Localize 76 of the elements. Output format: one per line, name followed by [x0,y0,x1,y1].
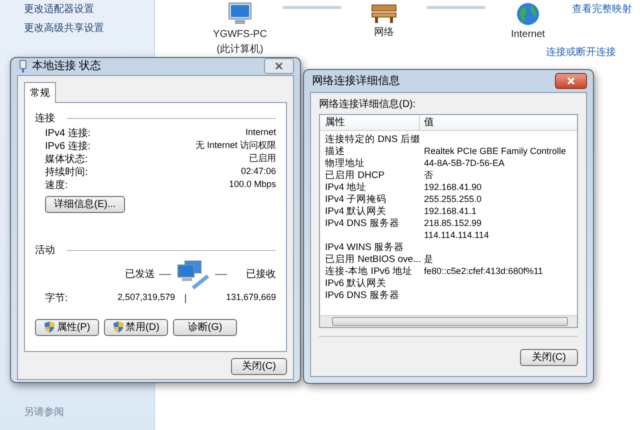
connection-line [427,6,485,9]
sidebar-link[interactable]: 更改适配器设置 [24,2,130,17]
shield-icon [44,321,55,333]
sent-label: 已发送 [125,268,155,282]
property-value: 255.255.255.0 [424,194,482,204]
details-button[interactable]: 详细信息(E)... [45,196,125,212]
property-name: IPv4 地址 [325,182,367,193]
network-computers-icon [175,260,211,290]
computer-icon [227,2,253,26]
property-name: IPv4 DNS 服务器 [325,218,400,229]
property-name: IPv6 默认网关 [325,278,387,289]
property-value: 218.85.152.99 [424,218,482,228]
column-header[interactable]: 值 [420,115,577,130]
received-label: 已接收 [246,268,276,282]
connection-line [283,6,341,9]
property-name: 已启用 NetBIOS ove... [325,254,421,265]
property-value: 192.168.41.1 [424,206,477,216]
property-value: 否 [424,170,433,180]
property-value: 192.168.41.90 [424,182,482,192]
property-value: Realtek PCIe GBE Family Controlle [424,146,566,156]
dialog-title: 本地连接 状态 [32,58,102,74]
property-value: 无 Internet 访问权限 [195,139,276,152]
bytes-label: 字节: [45,292,69,306]
close-icon [567,77,575,85]
property-value: 已启用 [249,152,276,166]
property-name: 连接特定的 DNS 后缀 [325,134,420,145]
sidebar-link[interactable]: 更改高级共享设置 [24,21,130,36]
scrollbar-thumb[interactable] [332,317,568,326]
property-label: 速度: [45,178,68,192]
property-name: 连接-本地 IPv6 地址 [325,266,412,277]
close-icon [275,62,283,70]
sent-bytes: 2,507,319,579 [116,291,175,304]
bench-icon [370,2,398,24]
property-value: 100.0 Mbps [228,178,276,192]
action-button[interactable]: 属性(P) [35,318,99,336]
network-node-label: YGWFS-PC [213,28,267,42]
property-label: 媒体状态: [45,152,88,166]
network-node-sublabel: (此计算机) [216,42,264,57]
property-label: IPv6 连接: [45,140,91,154]
property-value: 44-8A-5B-7D-56-EA [424,158,505,168]
connect-link[interactable]: 连接或断开连接 [546,45,616,60]
close-button[interactable] [264,58,294,74]
property-name: IPv4 默认网关 [325,206,387,217]
general-tab[interactable]: 常规 [24,82,56,102]
property-value: 是 [424,254,433,264]
action-button[interactable]: 禁用(D) [104,318,168,336]
property-label: IPv4 连接: [45,126,91,140]
network-plug-icon [19,60,27,73]
property-name: 已启用 DHCP [325,170,385,181]
view-map-link[interactable]: 查看完整映射 [572,2,632,17]
horizontal-scrollbar[interactable] [320,315,577,327]
close-dialog-button[interactable]: 关闭(C) [231,358,287,374]
section-heading: 连接 [35,112,55,126]
dialog-title: 网络连接详细信息 [312,74,400,89]
network-node-label: Internet [511,28,545,42]
close-dialog-button[interactable]: 关闭(C) [520,349,578,366]
property-name: IPv4 WINS 服务器 [325,242,404,253]
shield-icon [112,321,124,333]
property-value: fe80::c5e2:cfef:413d:680f%11 [424,266,543,276]
property-name: 物理地址 [325,158,365,169]
globe-icon [516,2,540,26]
property-value: 02:47:06 [240,165,276,178]
close-button[interactable] [555,73,587,89]
property-value: Internet [245,126,276,140]
property-name: IPv4 子网掩码 [325,194,387,205]
property-name: IPv6 DNS 服务器 [325,290,400,301]
section-heading: 活动 [35,244,55,258]
list-label: 网络连接详细信息(D): [319,98,417,112]
property-name: 描述 [325,146,345,157]
see-also-heading: 另请参阅 [24,406,65,420]
action-button[interactable]: 诊断(G) [173,318,237,336]
property-label: 持续时间: [45,166,88,180]
property-value: 114.114.114.114 [424,230,489,240]
network-node-label: 网络 [374,26,394,40]
column-header[interactable]: 属性 [320,115,420,130]
received-bytes: 131,679,669 [224,291,276,304]
